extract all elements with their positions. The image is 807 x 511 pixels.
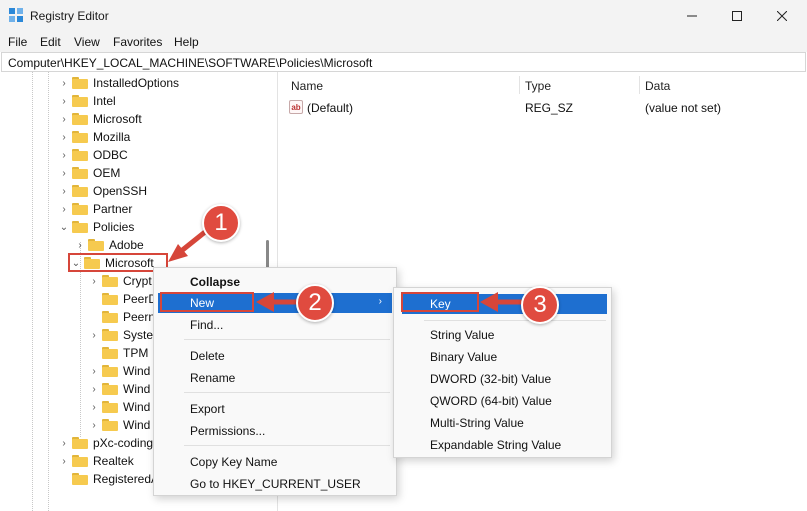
callout-number-2: 2 [296,284,334,322]
callout-number-3: 3 [521,286,559,324]
callout-arrow-1 [168,229,208,262]
callout-number-1: 1 [202,204,240,242]
callout-arrows [168,229,524,312]
callout-arrow-3 [480,292,524,312]
registry-editor-window: Registry Editor File Edit View Favorites… [0,0,807,511]
callout-arrow-2 [256,292,300,312]
